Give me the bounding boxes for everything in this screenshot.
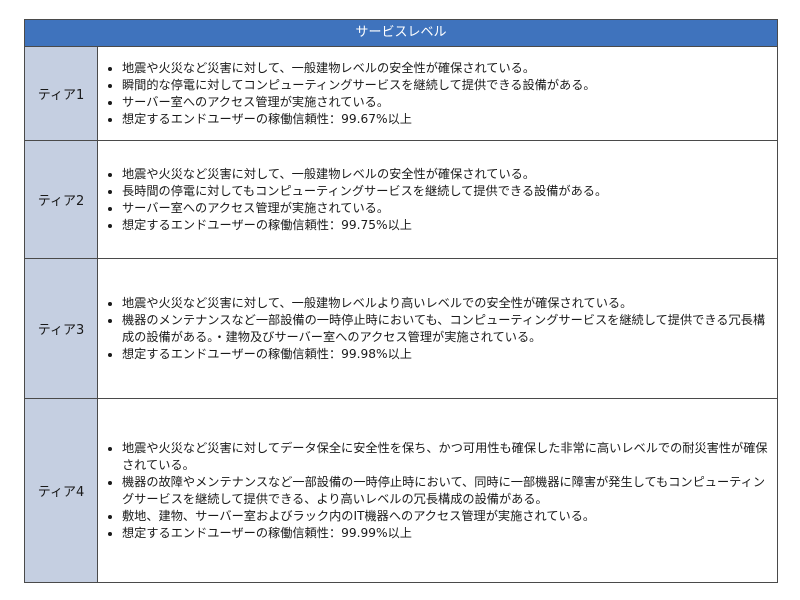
list-item: 想定するエンドユーザーの稼働信頼性：99.67%以上: [122, 111, 596, 128]
table-row-tier-2: ティア2 地震や火災など災害に対して、一般建物レベルの安全性が確保されている。 …: [25, 141, 777, 259]
list-item: 敷地、建物、サーバー室およびラック内のIT機器へのアクセス管理が実施されている。: [122, 508, 769, 525]
tier-bullet-list: 地震や火災など災害に対して、一般建物レベルの安全性が確保されている。 瞬間的な停…: [108, 60, 596, 128]
table-row-tier-4: ティア4 地震や火災など災害に対してデータ保全に安全性を保ち、かつ可用性も確保し…: [25, 399, 777, 582]
list-item: 地震や火災など災害に対してデータ保全に安全性を保ち、かつ可用性も確保した非常に高…: [122, 440, 769, 474]
tier-bullet-list: 地震や火災など災害に対してデータ保全に安全性を保ち、かつ可用性も確保した非常に高…: [108, 440, 769, 542]
tier-description: 地震や火災など災害に対して、一般建物レベルより高いレベルでの安全性が確保されてい…: [98, 259, 777, 398]
tier-label: ティア4: [25, 399, 98, 582]
tier-description: 地震や火災など災害に対してデータ保全に安全性を保ち、かつ可用性も確保した非常に高…: [98, 399, 777, 582]
list-item: 想定するエンドユーザーの稼働信頼性：99.75%以上: [122, 217, 607, 234]
tier-label: ティア3: [25, 259, 98, 398]
tier-bullet-list: 地震や火災など災害に対して、一般建物レベルより高いレベルでの安全性が確保されてい…: [108, 295, 769, 363]
table-header: サービスレベル: [25, 20, 777, 47]
list-item: 地震や火災など災害に対して、一般建物レベルより高いレベルでの安全性が確保されてい…: [122, 295, 769, 312]
service-level-table: サービスレベル ティア1 地震や火災など災害に対して、一般建物レベルの安全性が確…: [24, 19, 778, 583]
list-item: 瞬間的な停電に対してコンピューティングサービスを継続して提供できる設備がある。: [122, 77, 596, 94]
list-item: 想定するエンドユーザーの稼働信頼性：99.98%以上: [122, 346, 769, 363]
table-row-tier-1: ティア1 地震や火災など災害に対して、一般建物レベルの安全性が確保されている。 …: [25, 47, 777, 141]
list-item: 地震や火災など災害に対して、一般建物レベルの安全性が確保されている。: [122, 166, 607, 183]
list-item: サーバー室へのアクセス管理が実施されている。: [122, 94, 596, 111]
tier-label: ティア1: [25, 47, 98, 140]
table-row-tier-3: ティア3 地震や火災など災害に対して、一般建物レベルより高いレベルでの安全性が確…: [25, 259, 777, 399]
list-item: 長時間の停電に対してもコンピューティングサービスを継続して提供できる設備がある。: [122, 183, 607, 200]
tier-bullet-list: 地震や火災など災害に対して、一般建物レベルの安全性が確保されている。 長時間の停…: [108, 166, 607, 234]
list-item: 地震や火災など災害に対して、一般建物レベルの安全性が確保されている。: [122, 60, 596, 77]
list-item: 機器のメンテナンスなど一部設備の一時停止時においても、コンピューティングサービス…: [122, 312, 769, 346]
tier-description: 地震や火災など災害に対して、一般建物レベルの安全性が確保されている。 瞬間的な停…: [98, 47, 777, 140]
list-item: 機器の故障やメンテナンスなど一部設備の一時停止時において、同時に一部機器に障害が…: [122, 474, 769, 508]
list-item: サーバー室へのアクセス管理が実施されている。: [122, 200, 607, 217]
tier-label: ティア2: [25, 141, 98, 258]
list-item: 想定するエンドユーザーの稼働信頼性：99.99%以上: [122, 525, 769, 542]
tier-description: 地震や火災など災害に対して、一般建物レベルの安全性が確保されている。 長時間の停…: [98, 141, 777, 258]
